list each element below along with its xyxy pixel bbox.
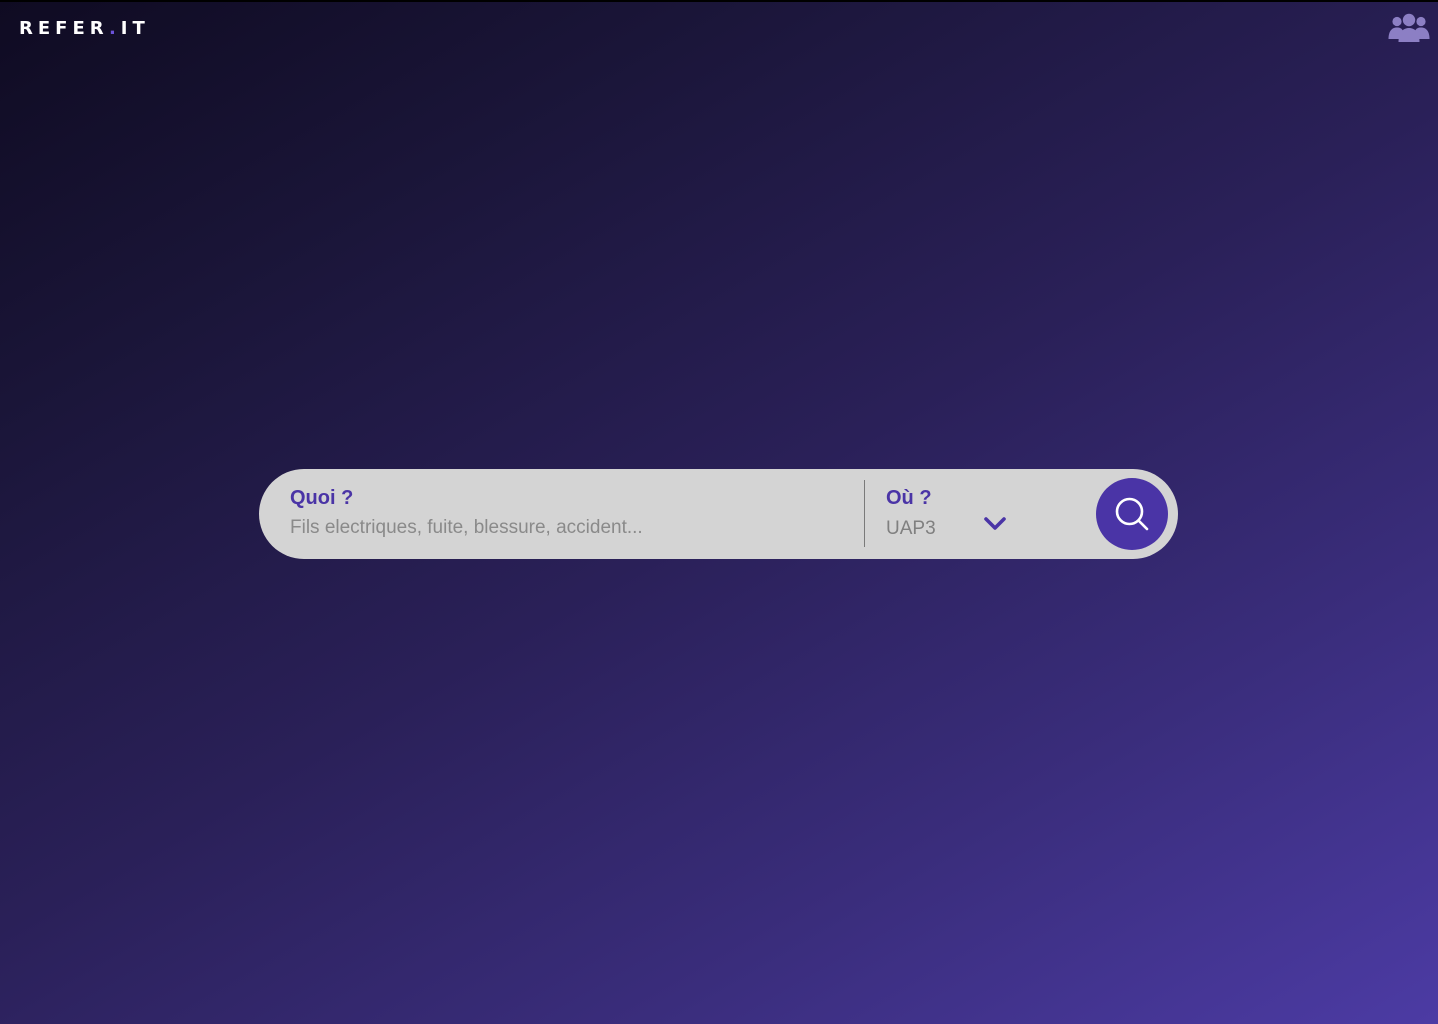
logo[interactable]: REFER.IT: [19, 18, 150, 39]
what-input[interactable]: [290, 517, 830, 539]
top-border: [0, 0, 1438, 2]
logo-suffix: IT: [120, 18, 150, 39]
what-label: Quoi ?: [290, 487, 354, 509]
where-dropdown[interactable]: Où ? UAP3: [886, 469, 1036, 559]
logo-text: REFER: [19, 18, 109, 39]
users-group-icon[interactable]: [1388, 12, 1430, 44]
where-label: Où ?: [886, 487, 932, 509]
search-icon: [1115, 497, 1149, 531]
logo-dot: .: [108, 18, 121, 39]
search-button[interactable]: [1096, 478, 1168, 550]
field-divider: [864, 480, 865, 547]
search-bar: Quoi ? Où ? UAP3: [259, 469, 1178, 559]
chevron-down-icon[interactable]: [982, 515, 1008, 533]
what-field[interactable]: Quoi ?: [290, 469, 850, 559]
where-value: UAP3: [886, 518, 936, 539]
